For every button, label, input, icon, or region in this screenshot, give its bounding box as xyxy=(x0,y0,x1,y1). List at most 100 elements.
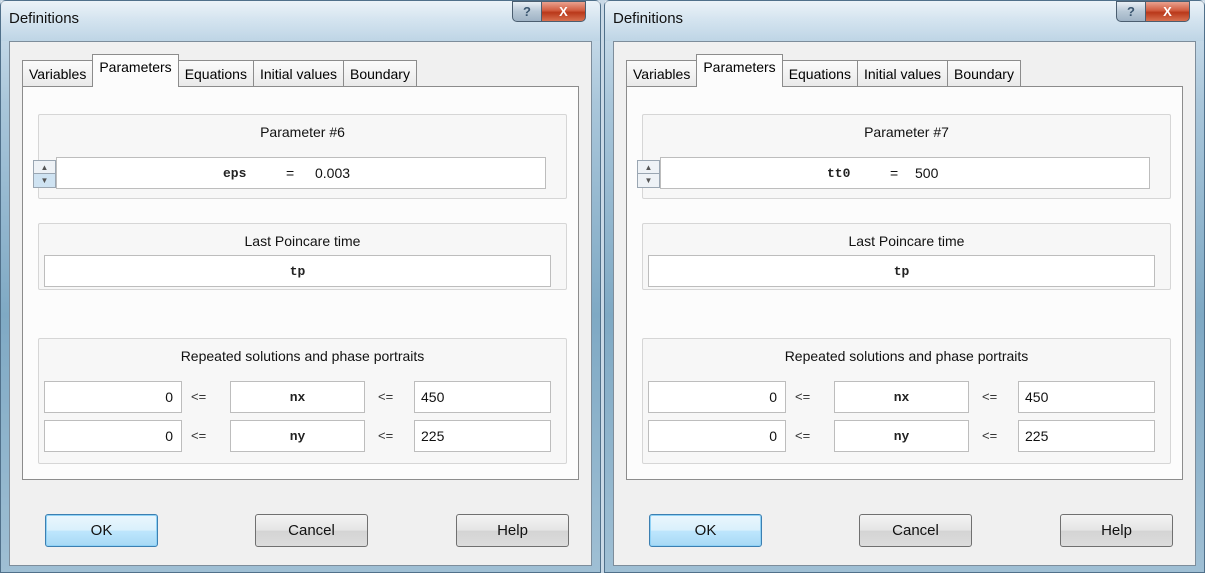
le-operator: <= xyxy=(191,428,207,443)
repeated-solutions-group: Repeated solutions and phase portraits 0… xyxy=(642,338,1171,464)
nx-name: nx xyxy=(289,389,306,405)
close-button[interactable]: X xyxy=(542,1,586,22)
title-bar[interactable]: Definitions ? X xyxy=(1,1,600,41)
le-operator: <= xyxy=(795,389,811,404)
repeated-group-title: Repeated solutions and phase portraits xyxy=(784,348,1029,364)
nx-max-field[interactable]: 450 xyxy=(414,381,551,413)
close-icon: X xyxy=(559,4,568,19)
parameter-value: 0.003 xyxy=(315,165,351,181)
equals-sign: = xyxy=(286,165,295,181)
help-button[interactable]: Help xyxy=(456,514,569,547)
ny-name: ny xyxy=(893,428,910,444)
tab-strip: Variables Parameters Equations Initial v… xyxy=(22,51,417,87)
spin-up-button[interactable]: ▲ xyxy=(34,161,55,174)
triangle-down-icon: ▼ xyxy=(40,176,49,185)
poincare-time-value: tp xyxy=(289,263,306,279)
le-operator: <= xyxy=(795,428,811,443)
parameter-group: Parameter #7 ▲ ▼ tt0 = 500 xyxy=(637,114,1171,199)
nx-max-field[interactable]: 450 xyxy=(1018,381,1155,413)
ok-button[interactable]: OK xyxy=(649,514,762,547)
spin-down-button[interactable]: ▼ xyxy=(638,174,659,187)
tab-boundary[interactable]: Boundary xyxy=(947,60,1021,87)
ok-button[interactable]: OK xyxy=(45,514,158,547)
le-operator: <= xyxy=(191,389,207,404)
parameters-panel: Parameter #7 ▲ ▼ tt0 = 500 Last Poincare… xyxy=(626,86,1183,480)
nx-min-value: 0 xyxy=(165,389,173,405)
poincare-group: Last Poincare time tp xyxy=(642,223,1171,290)
parameter-field[interactable]: eps = 0.003 xyxy=(56,157,546,189)
ny-min-field[interactable]: 0 xyxy=(44,420,182,452)
caption-buttons: ? X xyxy=(1116,1,1190,22)
caption-buttons: ? X xyxy=(512,1,586,22)
cancel-button[interactable]: Cancel xyxy=(859,514,972,547)
ny-max-field[interactable]: 225 xyxy=(414,420,551,452)
nx-min-field[interactable]: 0 xyxy=(44,381,182,413)
tab-equations[interactable]: Equations xyxy=(781,60,858,87)
tab-parameters[interactable]: Parameters xyxy=(696,54,783,87)
poincare-group: Last Poincare time tp xyxy=(38,223,567,290)
tab-parameters[interactable]: Parameters xyxy=(92,54,179,87)
spin-up-button[interactable]: ▲ xyxy=(638,161,659,174)
title-bar[interactable]: Definitions ? X xyxy=(605,1,1204,41)
nx-min-value: 0 xyxy=(769,389,777,405)
ny-max-field[interactable]: 225 xyxy=(1018,420,1155,452)
parameter-group: Parameter #6 ▲ ▼ eps = 0.003 xyxy=(33,114,567,199)
le-operator: <= xyxy=(982,428,998,443)
poincare-group-title: Last Poincare time xyxy=(848,233,965,249)
tab-equations[interactable]: Equations xyxy=(177,60,254,87)
ny-max-value: 225 xyxy=(421,428,445,444)
close-button[interactable]: X xyxy=(1146,1,1190,22)
ny-name: ny xyxy=(289,428,306,444)
parameter-spinner[interactable]: ▲ ▼ xyxy=(637,160,660,188)
tab-variables[interactable]: Variables xyxy=(22,60,94,87)
parameter-field[interactable]: tt0 = 500 xyxy=(660,157,1150,189)
ny-min-value: 0 xyxy=(769,428,777,444)
tab-initial-values[interactable]: Initial values xyxy=(856,60,949,87)
repeated-solutions-group: Repeated solutions and phase portraits 0… xyxy=(38,338,567,464)
help-caption-button[interactable]: ? xyxy=(1116,1,1146,22)
parameter-spinner[interactable]: ▲ ▼ xyxy=(33,160,56,188)
definitions-dialog-right: Definitions ? X Variables Parameters Equ… xyxy=(604,0,1205,573)
ny-name-field[interactable]: ny xyxy=(230,420,365,452)
dialog-client-area: Variables Parameters Equations Initial v… xyxy=(613,41,1196,566)
question-mark-icon: ? xyxy=(1127,4,1135,19)
parameter-name: tt0 xyxy=(827,165,851,181)
le-operator: <= xyxy=(982,389,998,404)
tab-initial-values[interactable]: Initial values xyxy=(252,60,345,87)
parameter-value: 500 xyxy=(915,165,939,181)
le-operator: <= xyxy=(378,428,394,443)
nx-name: nx xyxy=(893,389,910,405)
ny-name-field[interactable]: ny xyxy=(834,420,969,452)
nx-min-field[interactable]: 0 xyxy=(648,381,786,413)
nx-max-value: 450 xyxy=(1025,389,1049,405)
triangle-up-icon: ▲ xyxy=(644,162,653,172)
dialog-client-area: Variables Parameters Equations Initial v… xyxy=(9,41,592,566)
help-button[interactable]: Help xyxy=(1060,514,1173,547)
poincare-time-field[interactable]: tp xyxy=(648,255,1155,287)
window-title: Definitions xyxy=(9,10,80,27)
help-caption-button[interactable]: ? xyxy=(512,1,542,22)
parameter-name: eps xyxy=(223,165,247,181)
question-mark-icon: ? xyxy=(523,4,531,19)
parameters-panel: Parameter #6 ▲ ▼ eps = 0.003 Last Poinca… xyxy=(22,86,579,480)
spin-down-button[interactable]: ▼ xyxy=(34,174,55,187)
equals-sign: = xyxy=(890,165,899,181)
ny-min-value: 0 xyxy=(165,428,173,444)
window-title: Definitions xyxy=(613,10,684,27)
parameter-group-title: Parameter #7 xyxy=(864,124,949,140)
tab-variables[interactable]: Variables xyxy=(626,60,698,87)
ny-min-field[interactable]: 0 xyxy=(648,420,786,452)
tab-boundary[interactable]: Boundary xyxy=(343,60,417,87)
cancel-button[interactable]: Cancel xyxy=(255,514,368,547)
nx-max-value: 450 xyxy=(421,389,445,405)
poincare-time-field[interactable]: tp xyxy=(44,255,551,287)
close-icon: X xyxy=(1163,4,1172,19)
nx-name-field[interactable]: nx xyxy=(230,381,365,413)
repeated-group-title: Repeated solutions and phase portraits xyxy=(180,348,425,364)
poincare-time-value: tp xyxy=(893,263,910,279)
le-operator: <= xyxy=(378,389,394,404)
definitions-dialog-left: Definitions ? X Variables Parameters Equ… xyxy=(0,0,601,573)
nx-name-field[interactable]: nx xyxy=(834,381,969,413)
triangle-up-icon: ▲ xyxy=(40,162,49,172)
poincare-group-title: Last Poincare time xyxy=(244,233,361,249)
